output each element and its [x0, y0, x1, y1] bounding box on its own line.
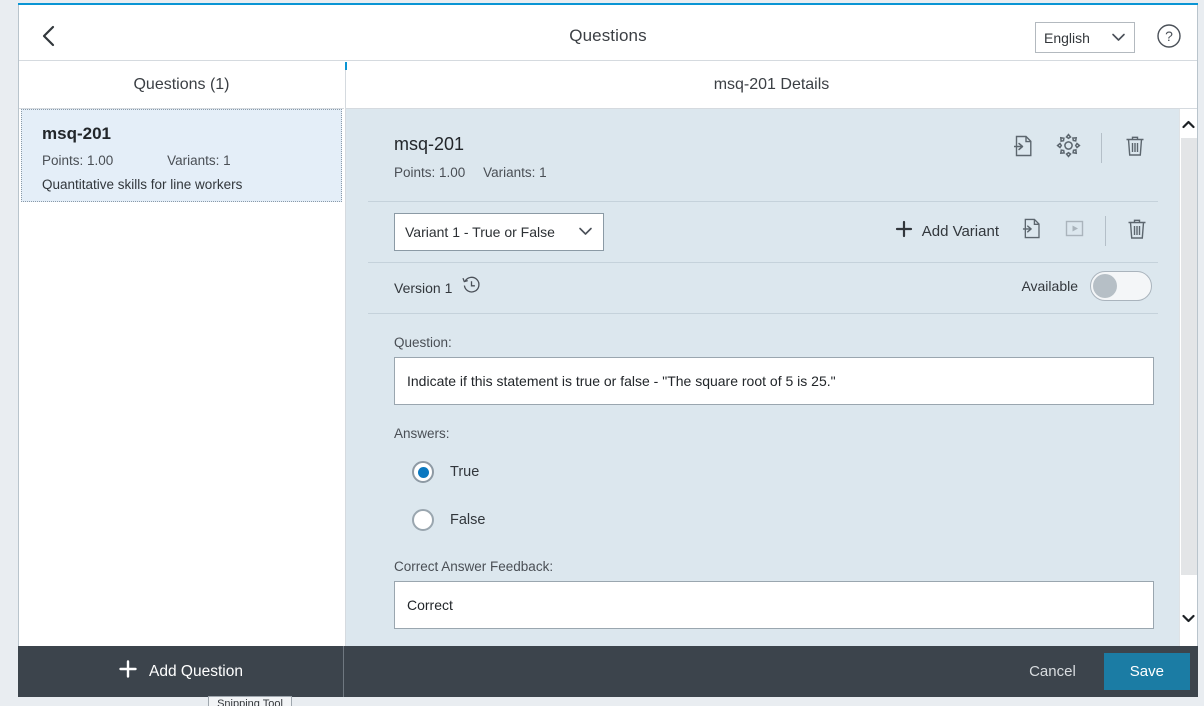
export-variant-icon: [1022, 217, 1043, 245]
available-toggle[interactable]: [1090, 271, 1152, 301]
save-button[interactable]: Save: [1104, 653, 1190, 690]
export-question-button[interactable]: [1007, 131, 1041, 165]
radio-false[interactable]: [412, 509, 434, 531]
version-row: Version 1: [346, 263, 1180, 313]
variant-select-value: Variant 1 - True or False: [405, 224, 578, 240]
language-select-value: English: [1044, 30, 1111, 46]
trash-icon: [1124, 134, 1146, 163]
answers-options: True False: [346, 448, 1180, 544]
details-header-actions: [1007, 131, 1152, 165]
variant-action-divider: [1105, 216, 1106, 246]
snipping-tool-tooltip: Snipping Tool: [208, 696, 292, 706]
correct-feedback-label: Correct Answer Feedback:: [346, 559, 1180, 581]
question-input-value: Indicate if this statement is true or fa…: [407, 373, 836, 389]
answer-option-true-label: True: [450, 464, 479, 480]
answer-option-false[interactable]: False: [394, 496, 1180, 544]
plus-icon: [118, 659, 138, 684]
chevron-down-icon: [1111, 29, 1126, 47]
list-item-title: msq-201: [42, 124, 323, 144]
variant-select[interactable]: Variant 1 - True or False: [394, 213, 604, 251]
details-column-header-label: msq-201 Details: [714, 76, 830, 94]
list-item-meta: Points: 1.00 Variants: 1: [42, 153, 323, 168]
details-points: Points: 1.00: [394, 165, 465, 180]
export-question-icon: [1013, 134, 1035, 163]
chevron-left-icon: [42, 25, 56, 47]
scrollbar-up-button[interactable]: [1180, 115, 1197, 135]
preview-play-icon: [1064, 218, 1085, 244]
radio-true[interactable]: [412, 461, 434, 483]
details-question-header: msq-201 Points: 1.00 Variants: 1: [346, 109, 1180, 201]
add-question-button[interactable]: Add Question: [18, 646, 343, 697]
spacer: [346, 314, 1180, 335]
export-variant-button[interactable]: [1015, 214, 1049, 248]
header-action-divider: [1101, 133, 1102, 163]
details-column-header: msq-201 Details: [345, 62, 1197, 109]
question-input[interactable]: Indicate if this statement is true or fa…: [394, 357, 1154, 405]
delete-variant-button[interactable]: [1120, 214, 1154, 248]
settings-button[interactable]: [1051, 131, 1085, 165]
footer-actions: Cancel Save: [344, 646, 1198, 697]
version-label: Version 1: [394, 280, 452, 296]
details-scrollbar[interactable]: [1179, 109, 1197, 651]
app-window: Questions English: [18, 5, 1198, 697]
back-button[interactable]: [31, 19, 67, 53]
history-clock-icon: [462, 276, 481, 300]
add-question-label: Add Question: [149, 663, 243, 681]
question-mark-circle-icon: ?: [1156, 23, 1182, 54]
spacer: [346, 405, 1180, 426]
gear-icon: [1056, 133, 1081, 163]
list-item-points: Points: 1.00: [42, 153, 113, 168]
language-select[interactable]: English: [1035, 22, 1135, 53]
variant-row: Variant 1 - True or False: [346, 202, 1180, 262]
plus-icon: [895, 220, 913, 242]
chevron-up-icon: [1182, 116, 1195, 134]
questions-list-panel: msq-201 Points: 1.00 Variants: 1 Quantit…: [19, 109, 344, 651]
add-variant-label: Add Variant: [922, 223, 999, 240]
add-variant-button[interactable]: Add Variant: [887, 213, 1007, 249]
details-question-meta: Points: 1.00 Variants: 1: [394, 165, 1180, 180]
details-variants: Variants: 1: [483, 165, 547, 180]
version-history-button[interactable]: [462, 276, 481, 300]
correct-feedback-value: Correct: [407, 597, 453, 613]
chevron-down-icon: [578, 223, 593, 241]
page-title: Questions: [19, 11, 1197, 61]
available-label: Available: [1021, 278, 1078, 294]
answers-label: Answers:: [346, 426, 1180, 448]
variant-actions: Add Variant: [887, 213, 1154, 249]
question-details-panel: msq-201 Points: 1.00 Variants: 1: [345, 109, 1197, 651]
add-question-content: Add Question: [118, 659, 243, 684]
questions-column-header: Questions (1): [19, 62, 344, 109]
help-button[interactable]: ?: [1154, 23, 1184, 53]
top-bar: Questions English: [19, 11, 1197, 61]
column-accent-mark: [345, 62, 347, 70]
correct-feedback-input[interactable]: Correct: [394, 581, 1154, 629]
availability-control: Available: [1021, 271, 1152, 301]
answer-option-true[interactable]: True: [394, 448, 1180, 496]
available-toggle-knob: [1093, 274, 1117, 298]
answer-option-false-label: False: [450, 512, 485, 528]
svg-text:?: ?: [1165, 28, 1173, 44]
spacer: [346, 544, 1180, 559]
scrollbar-down-button[interactable]: [1180, 609, 1197, 629]
trash-icon: [1126, 217, 1148, 246]
details-scroll-area: msq-201 Points: 1.00 Variants: 1: [346, 109, 1180, 651]
scrollbar-thumb[interactable]: [1181, 138, 1197, 575]
question-field-label: Question:: [346, 335, 1180, 357]
chevron-down-icon: [1182, 610, 1195, 628]
cancel-button[interactable]: Cancel: [1007, 654, 1098, 689]
delete-question-button[interactable]: [1118, 131, 1152, 165]
list-item[interactable]: msq-201 Points: 1.00 Variants: 1 Quantit…: [21, 109, 342, 202]
list-item-description: Quantitative skills for line workers: [42, 177, 323, 192]
app-root: Questions English: [0, 0, 1204, 706]
list-item-variants: Variants: 1: [167, 153, 231, 168]
preview-variant-button[interactable]: [1057, 214, 1091, 248]
